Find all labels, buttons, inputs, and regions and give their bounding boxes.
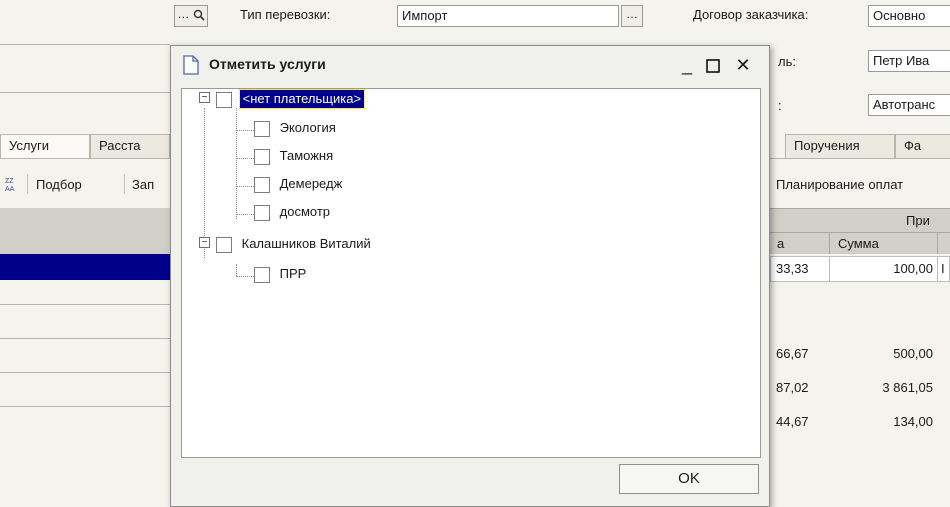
tab-orders[interactable]: Поручения bbox=[785, 134, 895, 158]
tree-node-label: Экология bbox=[279, 120, 336, 135]
row-divider bbox=[0, 304, 170, 305]
tree-connector bbox=[236, 264, 237, 276]
cell-divider bbox=[937, 256, 938, 282]
carrier-field[interactable]: Автотранс bbox=[868, 94, 950, 116]
cell-a: 33,33 bbox=[776, 261, 809, 276]
lookup-button[interactable]: … bbox=[174, 5, 208, 27]
checkbox-ecology[interactable] bbox=[254, 120, 270, 137]
tree-connector bbox=[236, 276, 254, 277]
tab-files[interactable]: Фа bbox=[895, 134, 950, 158]
dialog-title-bar[interactable]: Отметить услуги _ ✕ bbox=[171, 46, 769, 86]
contract-field[interactable]: Основно bbox=[868, 5, 950, 27]
tree-connector bbox=[204, 108, 205, 258]
header-divider bbox=[770, 208, 950, 209]
column-header-a: а bbox=[777, 236, 785, 251]
row-divider bbox=[0, 338, 170, 339]
recipient-field[interactable]: Петр Ива bbox=[868, 50, 950, 72]
tab-distances[interactable]: Расста bbox=[90, 134, 170, 158]
tree-node-demurrage[interactable]: Демередж bbox=[254, 174, 342, 196]
tree-node-prr[interactable]: ПРР bbox=[254, 264, 306, 286]
checkbox-no-payer[interactable] bbox=[216, 91, 232, 108]
header-divider bbox=[937, 232, 938, 254]
payment-planning-button[interactable]: Планирование оплат bbox=[776, 175, 903, 195]
toolbar-separator bbox=[27, 174, 28, 194]
checkbox-kalashnikov[interactable] bbox=[216, 236, 232, 253]
collapse-icon[interactable]: − bbox=[199, 237, 210, 248]
tree-connector bbox=[236, 130, 254, 131]
close-icon[interactable]: ✕ bbox=[731, 54, 755, 76]
collapse-icon[interactable]: − bbox=[199, 92, 210, 103]
tab-services[interactable]: Услуги bbox=[0, 134, 90, 158]
cell-extra: I bbox=[941, 261, 945, 276]
field-border bbox=[0, 92, 170, 93]
checkbox-demurrage[interactable] bbox=[254, 176, 270, 193]
tree-node-label: <нет плательщика> bbox=[238, 89, 366, 109]
tree-node-no-payer[interactable]: <нет плательщика> bbox=[216, 89, 366, 111]
tree-node-inspection[interactable]: досмотр bbox=[254, 202, 330, 224]
ok-button[interactable]: OK bbox=[619, 464, 759, 494]
transport-type-select-button[interactable]: … bbox=[621, 5, 643, 27]
cell-sum: 3 861,05 bbox=[882, 380, 933, 395]
tree-node-label: Калашников Виталий bbox=[241, 236, 371, 251]
ellipsis-label: … bbox=[177, 7, 190, 21]
fill-button[interactable]: Зап bbox=[132, 175, 154, 195]
svg-text:ZZ: ZZ bbox=[5, 178, 14, 185]
tree-node-label: Демередж bbox=[279, 176, 343, 191]
recipient-label: ль: bbox=[778, 54, 796, 69]
select-services-dialog: Отметить услуги _ ✕ − <нет плательщика> … bbox=[170, 45, 770, 507]
field-border bbox=[0, 44, 170, 45]
tree-node-label: досмотр bbox=[279, 204, 331, 219]
cell-a: 66,67 bbox=[776, 346, 809, 361]
row-divider bbox=[0, 406, 170, 407]
cell-sum: 500,00 bbox=[893, 346, 933, 361]
minimize-icon[interactable]: _ bbox=[675, 54, 699, 76]
cell-divider bbox=[829, 256, 830, 282]
cell-a: 44,67 bbox=[776, 414, 809, 429]
tree-connector bbox=[236, 158, 254, 159]
podbor-button[interactable]: Подбор bbox=[36, 175, 82, 195]
header-divider bbox=[829, 232, 830, 254]
checkbox-inspection[interactable] bbox=[254, 204, 270, 221]
tree-node-ecology[interactable]: Экология bbox=[254, 118, 336, 140]
svg-text:AA: AA bbox=[5, 186, 15, 192]
selected-table-row[interactable] bbox=[0, 254, 170, 280]
cell-a: 87,02 bbox=[776, 380, 809, 395]
maximize-icon[interactable] bbox=[701, 54, 725, 76]
transport-type-label: Тип перевозки: bbox=[240, 7, 331, 22]
tree-node-kalashnikov[interactable]: Калашников Виталий bbox=[216, 234, 371, 256]
magnifier-icon bbox=[193, 7, 205, 21]
document-icon bbox=[183, 55, 199, 78]
tree-connector bbox=[236, 108, 237, 219]
carrier-label: : bbox=[778, 98, 782, 113]
column-group-header: При bbox=[906, 213, 930, 228]
table-header bbox=[0, 208, 170, 254]
services-tree[interactable]: − <нет плательщика> Экология Таможня Дем… bbox=[181, 88, 761, 458]
tree-connector bbox=[236, 186, 254, 187]
tree-node-label: Таможня bbox=[279, 148, 334, 163]
column-header-sum: Сумма bbox=[838, 236, 879, 251]
checkbox-customs[interactable] bbox=[254, 148, 270, 165]
transport-type-field[interactable]: Импорт bbox=[397, 5, 619, 27]
contract-label: Договор заказчика: bbox=[693, 7, 809, 22]
toolbar-separator bbox=[124, 174, 125, 194]
tree-node-customs[interactable]: Таможня bbox=[254, 146, 333, 168]
cell-sum: 100,00 bbox=[893, 261, 933, 276]
sort-az-icon[interactable]: ZZ AA bbox=[4, 176, 20, 195]
dialog-title: Отметить услуги bbox=[209, 56, 326, 72]
row-divider bbox=[0, 372, 170, 373]
checkbox-prr[interactable] bbox=[254, 266, 270, 283]
tree-connector bbox=[236, 214, 254, 215]
tree-node-label: ПРР bbox=[279, 266, 307, 281]
cell-sum: 134,00 bbox=[893, 414, 933, 429]
